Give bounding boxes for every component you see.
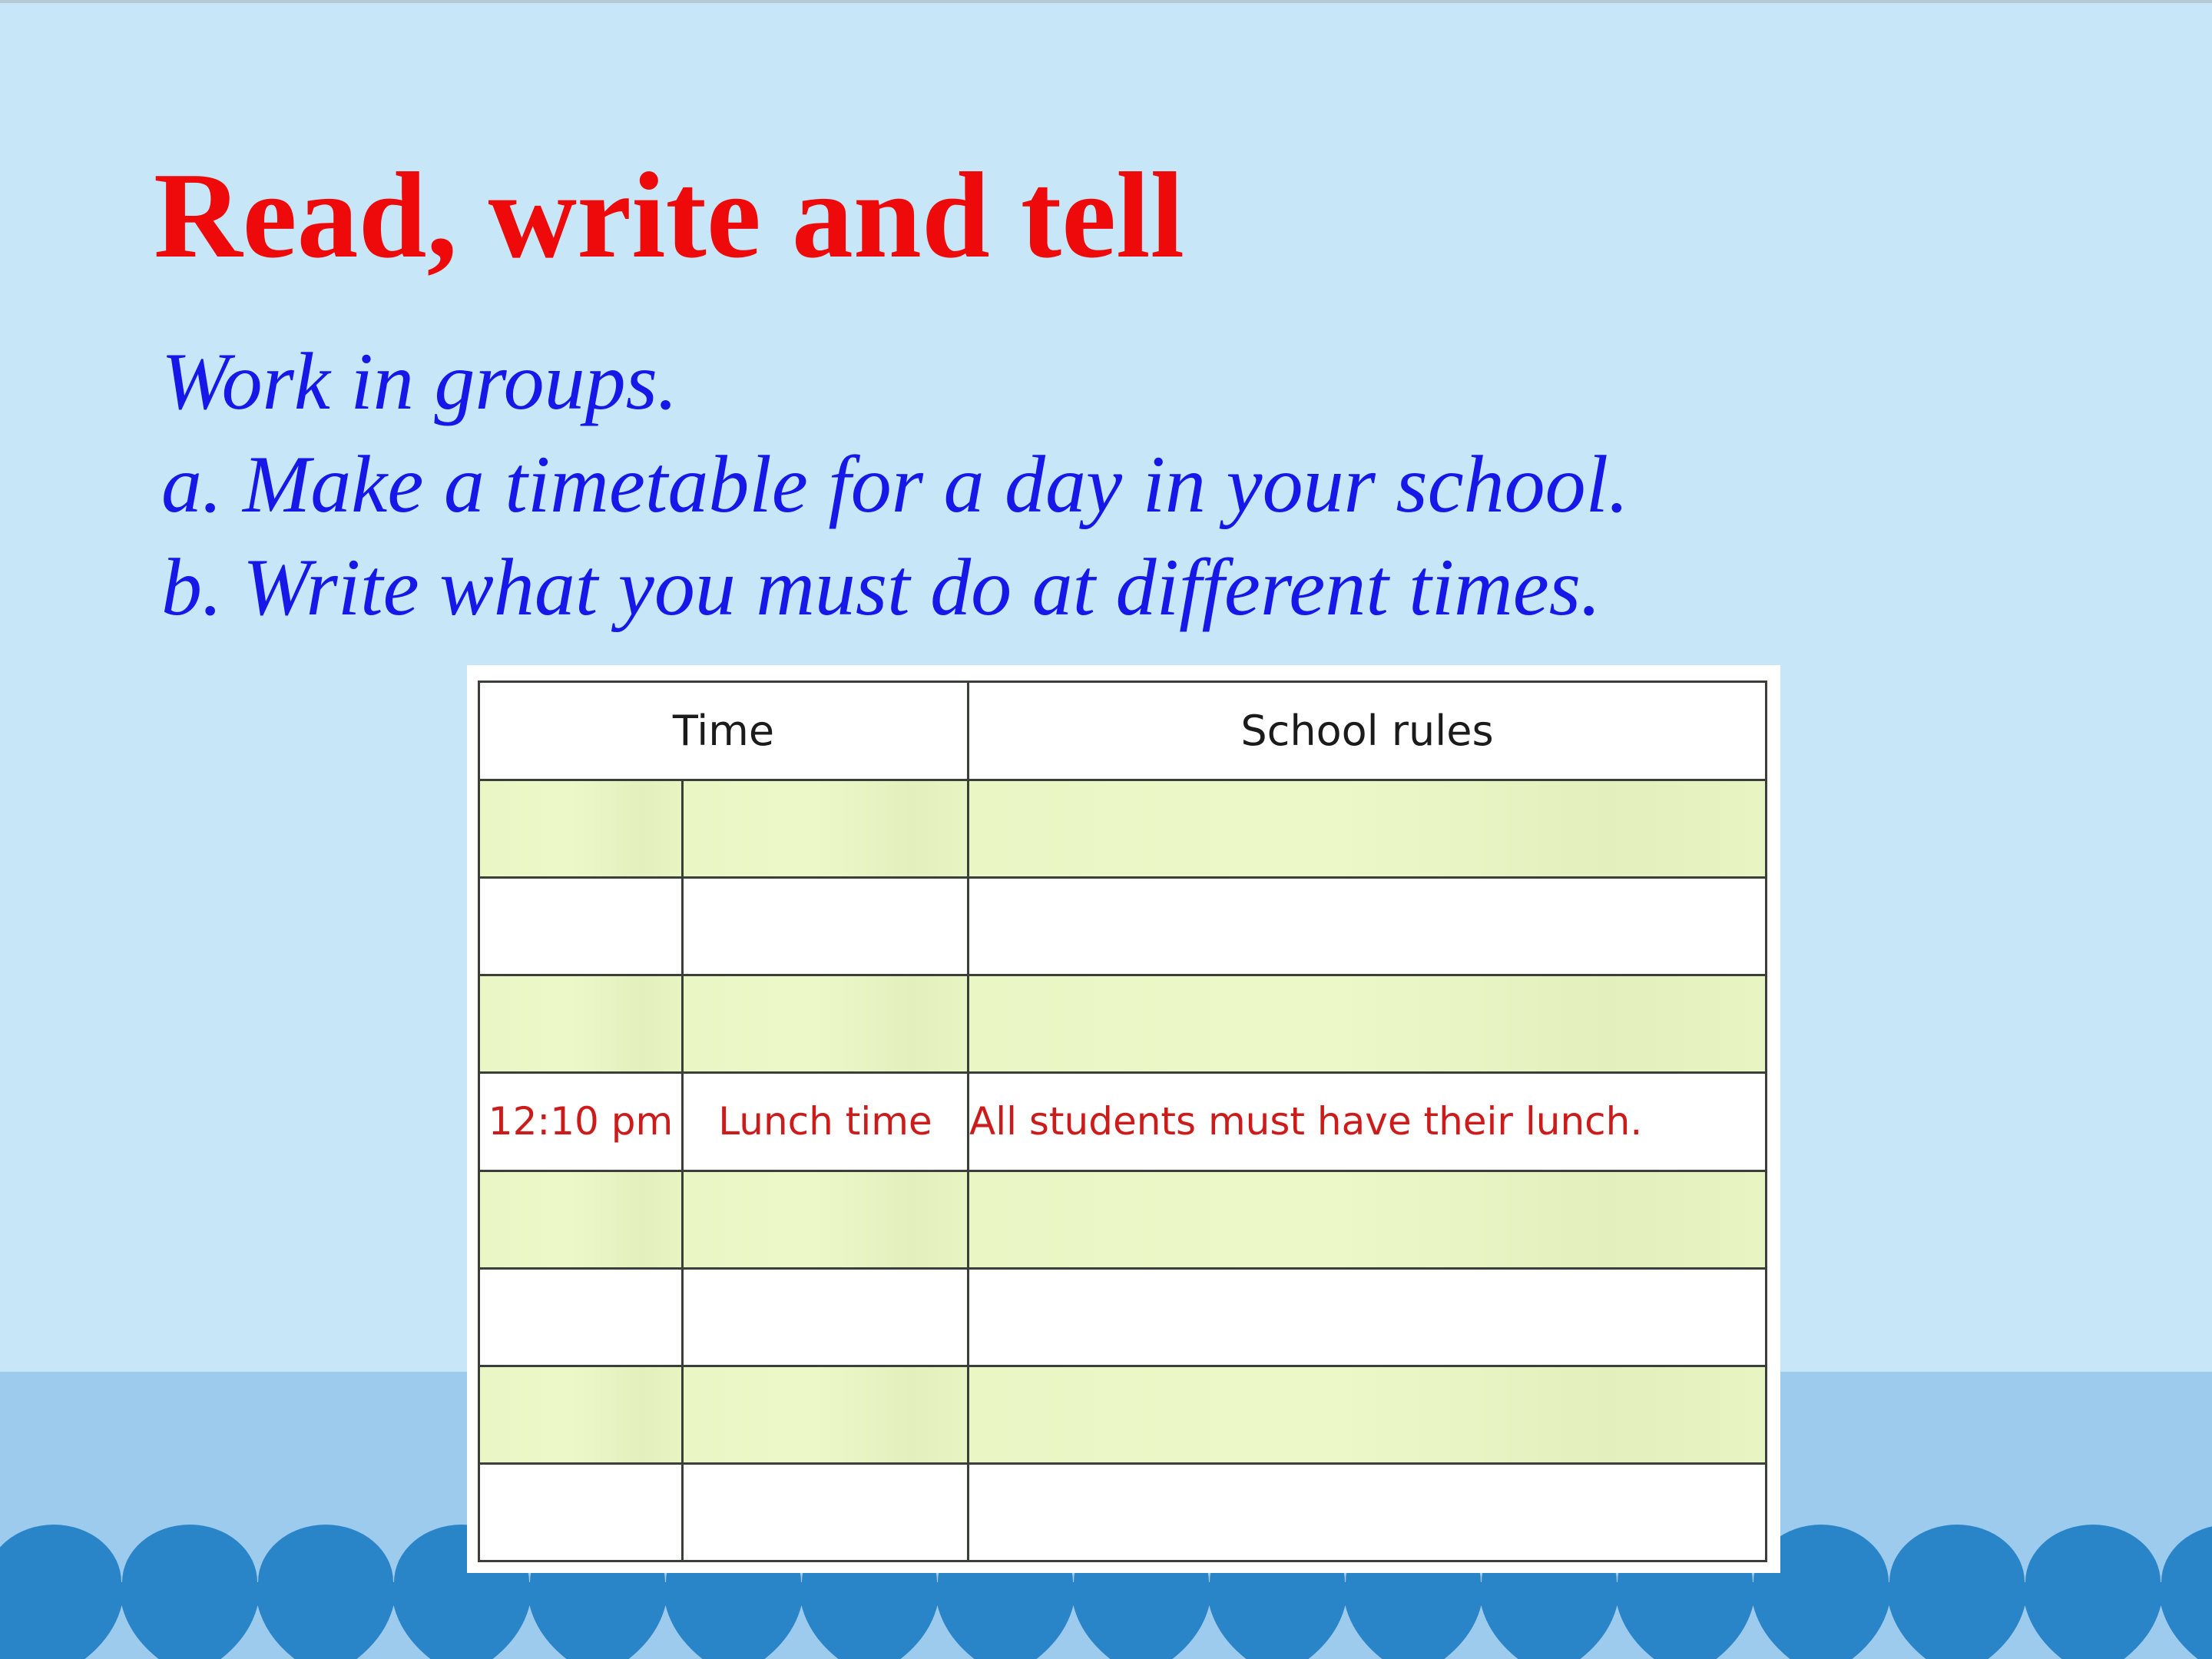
cell-clock[interactable] bbox=[478, 1364, 684, 1465]
header-school-rules: School rules bbox=[967, 680, 1767, 782]
cell-rule[interactable] bbox=[967, 1267, 1767, 1367]
slide-title: Read, write and tell bbox=[154, 147, 1185, 283]
cell-rule[interactable] bbox=[967, 1364, 1767, 1465]
instruction-list: Work in groups. a. Make a timetable for … bbox=[161, 330, 1629, 639]
cell-event[interactable] bbox=[681, 974, 969, 1075]
cell-rule[interactable] bbox=[967, 876, 1767, 977]
table-row bbox=[478, 974, 1767, 1075]
cell-rule[interactable] bbox=[967, 974, 1767, 1075]
instruction-line: b. Write what you must do at different t… bbox=[161, 542, 1601, 632]
cell-rule[interactable] bbox=[967, 1169, 1767, 1270]
instruction-line: a. Make a timetable for a day in your sc… bbox=[161, 439, 1629, 529]
cell-clock[interactable] bbox=[478, 1462, 684, 1563]
cell-event[interactable] bbox=[681, 876, 969, 977]
cell-rule[interactable] bbox=[967, 1462, 1767, 1563]
cell-event[interactable] bbox=[681, 1267, 969, 1367]
cell-clock[interactable] bbox=[478, 779, 684, 879]
table-row bbox=[478, 1364, 1767, 1465]
cell-event[interactable] bbox=[681, 779, 969, 879]
header-row: Time School rules bbox=[478, 680, 1767, 782]
cell-rule[interactable] bbox=[967, 779, 1767, 879]
cell-event[interactable] bbox=[681, 1462, 969, 1563]
table-row bbox=[478, 876, 1767, 977]
cell-rule[interactable]: All students must have their lunch. bbox=[967, 1071, 1767, 1172]
instruction-line: Work in groups. bbox=[161, 336, 678, 426]
top-border bbox=[0, 0, 2212, 3]
table-row bbox=[478, 1169, 1767, 1270]
cell-clock[interactable] bbox=[478, 974, 684, 1075]
header-time: Time bbox=[478, 680, 969, 782]
cell-event[interactable] bbox=[681, 1364, 969, 1465]
cell-clock[interactable] bbox=[478, 1169, 684, 1270]
table-row-example: 12:10 pm Lunch time All students must ha… bbox=[478, 1071, 1767, 1172]
timetable: Time School rules 12:10 pm Lunch time Al… bbox=[478, 680, 1767, 1563]
cell-clock[interactable]: 12:10 pm bbox=[478, 1071, 684, 1172]
table-row bbox=[478, 1267, 1767, 1367]
timetable-card: Time School rules 12:10 pm Lunch time Al… bbox=[467, 665, 1780, 1573]
cell-event[interactable]: Lunch time bbox=[681, 1071, 969, 1172]
cell-event[interactable] bbox=[681, 1169, 969, 1270]
cell-clock[interactable] bbox=[478, 876, 684, 977]
table-row bbox=[478, 1462, 1767, 1563]
cell-clock[interactable] bbox=[478, 1267, 684, 1367]
table-row bbox=[478, 779, 1767, 879]
